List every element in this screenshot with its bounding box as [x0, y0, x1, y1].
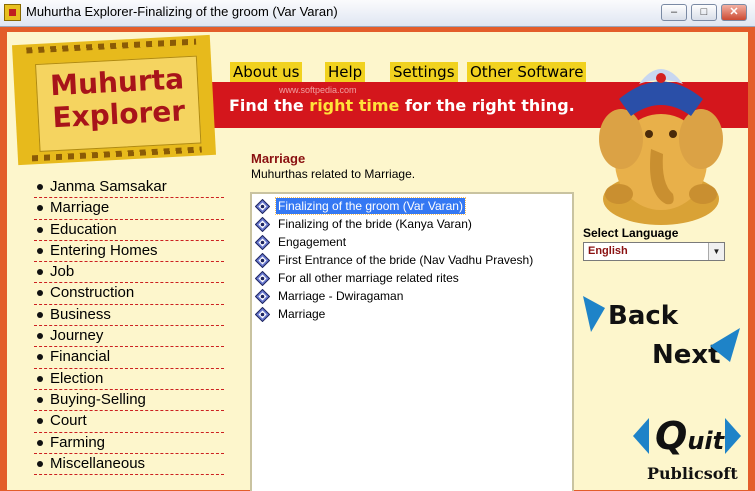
diamond-bullet-icon	[255, 253, 270, 268]
section-title: Marriage	[251, 151, 306, 166]
close-button[interactable]: ✕	[721, 4, 747, 21]
sidebar-item-election[interactable]: Election	[34, 369, 224, 390]
quit-left-arrow-icon	[633, 418, 649, 454]
category-sidebar: Janma Samsakar Marriage Education Enteri…	[34, 177, 224, 476]
diamond-bullet-icon	[255, 289, 270, 304]
app-icon	[4, 4, 21, 21]
tagline-highlight: right time	[309, 96, 400, 115]
dropdown-arrow-icon[interactable]: ▼	[708, 243, 724, 260]
diamond-bullet-icon	[255, 199, 270, 214]
language-value: English	[588, 245, 628, 257]
diamond-bullet-icon	[255, 217, 270, 232]
sidebar-item-janma-samsakar[interactable]: Janma Samsakar	[34, 177, 224, 199]
watermark: www.softpedia.com	[279, 85, 357, 95]
sidebar-item-court[interactable]: Court	[34, 411, 224, 433]
title-bar[interactable]: Muhurtha Explorer-Finalizing of the groo…	[0, 0, 755, 27]
logo-inner: Muhurta Explorer	[35, 55, 202, 152]
ganesh-icon	[599, 69, 723, 225]
tagline-part1: Find the	[229, 96, 310, 115]
back-arrow-icon	[583, 296, 605, 332]
menu-other-software[interactable]: Other Software	[467, 62, 587, 82]
publisher-label: Publicsoft	[647, 464, 738, 483]
tagline-part2: for the right thing.	[399, 96, 575, 115]
sidebar-item-job[interactable]: Job	[34, 262, 224, 284]
sidebar-item-entering-homes[interactable]: Entering Homes	[34, 241, 224, 263]
diamond-bullet-icon	[255, 271, 270, 286]
next-arrow-icon	[710, 328, 740, 362]
maximize-button[interactable]: □	[691, 4, 717, 21]
list-item-label: First Entrance of the bride (Nav Vadhu P…	[278, 253, 534, 267]
quit-label: Quit	[655, 414, 724, 463]
sidebar-item-miscellaneous[interactable]: Miscellaneous	[34, 454, 224, 476]
app-window: Muhurtha Explorer-Finalizing of the groo…	[0, 0, 755, 491]
tagline: Find the right time for the right thing.	[229, 96, 575, 115]
sidebar-item-education[interactable]: Education	[34, 220, 224, 241]
sidebar-item-construction[interactable]: Construction	[34, 283, 224, 305]
list-item-label: For all other marriage related rites	[278, 271, 459, 285]
quit-rest: uit	[687, 427, 725, 455]
language-select[interactable]: English ▼	[583, 242, 725, 261]
section-description: Muhurthas related to Marriage.	[251, 167, 416, 181]
list-item-label: Marriage	[278, 307, 326, 321]
sidebar-item-business[interactable]: Business	[34, 305, 224, 327]
content-panel: www.softpedia.com Find the right time fo…	[7, 32, 748, 491]
logo-text: Muhurta Explorer	[36, 62, 199, 135]
quit-right-arrow-icon	[725, 418, 741, 454]
sidebar-item-financial[interactable]: Financial	[34, 347, 224, 369]
menu-about-us[interactable]: About us	[230, 62, 303, 82]
sidebar-item-marriage[interactable]: Marriage	[34, 198, 224, 220]
menu-settings[interactable]: Settings	[390, 62, 458, 82]
diamond-bullet-icon	[255, 235, 270, 250]
logo: Muhurta Explorer	[11, 34, 217, 166]
diamond-bullet-icon	[255, 307, 270, 322]
logo-line2: Explorer	[51, 94, 186, 135]
app-frame: www.softpedia.com Find the right time fo…	[0, 27, 755, 491]
next-button[interactable]: Next	[650, 326, 742, 374]
language-label: Select Language	[583, 226, 679, 240]
quit-button[interactable]: Quit	[631, 414, 743, 458]
quit-initial: Q	[655, 414, 688, 458]
list-item-label: Marriage - Dwiragaman	[278, 289, 404, 303]
sidebar-item-journey[interactable]: Journey	[34, 326, 224, 348]
list-item-label: Finalizing of the bride (Kanya Varan)	[278, 217, 472, 231]
list-item-label: Finalizing of the groom (Var Varan)	[275, 197, 466, 215]
minimize-button[interactable]: –	[661, 4, 687, 21]
sidebar-item-buying-selling[interactable]: Buying-Selling	[34, 390, 224, 412]
menu-help[interactable]: Help	[325, 62, 366, 82]
muhurtha-list[interactable]: Finalizing of the groom (Var Varan) Fina…	[250, 192, 574, 491]
sidebar-item-farming[interactable]: Farming	[34, 433, 224, 454]
window-title: Muhurtha Explorer-Finalizing of the groo…	[26, 4, 338, 19]
list-item-label: Engagement	[278, 235, 347, 249]
